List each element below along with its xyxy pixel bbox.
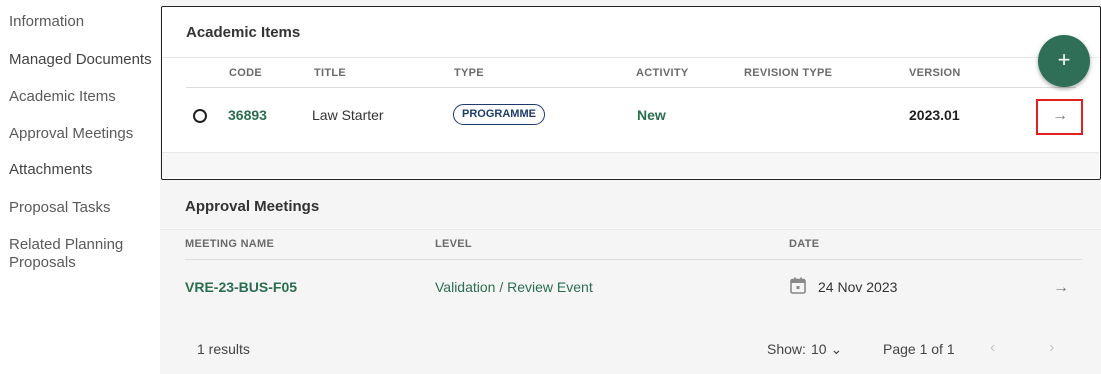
- arrow-right-icon: →: [1052, 107, 1068, 124]
- academic-items-card: Academic Items CODE TITLE TYPE ACTIVITY …: [161, 6, 1101, 180]
- prev-page-button[interactable]: ‹: [990, 339, 995, 357]
- divider: [185, 259, 1082, 260]
- calendar-icon: [790, 277, 806, 294]
- row-select-radio[interactable]: [193, 109, 207, 123]
- sidebar-item-academic-items[interactable]: Academic Items: [9, 88, 157, 106]
- column-header-level: LEVEL: [435, 238, 472, 250]
- approval-meetings-title: Approval Meetings: [185, 198, 320, 215]
- sidebar-item-proposal-tasks[interactable]: Proposal Tasks: [9, 199, 157, 217]
- sidebar-item-information[interactable]: Information: [9, 13, 157, 31]
- column-header-code: CODE: [229, 67, 262, 79]
- page-size-label: Show:: [767, 341, 806, 357]
- open-academic-item-button[interactable]: →: [1036, 99, 1083, 135]
- meeting-level-link[interactable]: Validation / Review Event: [435, 279, 593, 295]
- column-header-activity: ACTIVITY: [636, 67, 689, 79]
- column-header-date: DATE: [789, 238, 820, 250]
- academic-item-title: Law Starter: [312, 107, 384, 123]
- add-academic-item-button[interactable]: +: [1038, 35, 1090, 87]
- column-header-meeting-name: MEETING NAME: [185, 238, 275, 250]
- column-header-title: TITLE: [314, 67, 347, 79]
- version-value: 2023.01: [909, 107, 960, 123]
- page-size-select[interactable]: 10 ⌄: [811, 341, 842, 358]
- open-meeting-arrow-icon[interactable]: →: [1053, 279, 1069, 297]
- sidebar-nav: Information Managed Documents Academic I…: [0, 0, 160, 374]
- plus-icon: +: [1057, 47, 1071, 72]
- sidebar-item-approval-meetings[interactable]: Approval Meetings: [9, 125, 157, 143]
- activity-status: New: [637, 107, 666, 123]
- divider: [162, 57, 1099, 58]
- divider: [160, 229, 1101, 230]
- academic-item-code-link[interactable]: 36893: [228, 107, 267, 123]
- column-header-version: VERSION: [909, 67, 961, 79]
- card-footer-strip: [162, 153, 1099, 178]
- type-badge: PROGRAMME: [453, 104, 545, 125]
- page-indicator: Page 1 of 1: [883, 341, 955, 357]
- sidebar-item-attachments[interactable]: Attachments: [9, 161, 157, 179]
- sidebar-item-managed-documents[interactable]: Managed Documents: [9, 51, 157, 69]
- meeting-name-link[interactable]: VRE-23-BUS-F05: [185, 279, 297, 295]
- academic-items-title: Academic Items: [186, 24, 301, 41]
- divider: [186, 87, 1076, 88]
- column-header-type: TYPE: [454, 67, 484, 79]
- results-count: 1 results: [197, 341, 250, 357]
- meeting-date: 24 Nov 2023: [818, 279, 898, 295]
- main-content: Academic Items CODE TITLE TYPE ACTIVITY …: [160, 0, 1101, 374]
- column-header-revision-type: REVISION TYPE: [744, 67, 833, 79]
- sidebar-item-related-planning-proposals[interactable]: Related Planning Proposals: [9, 236, 157, 272]
- next-page-button[interactable]: ›: [1049, 339, 1054, 357]
